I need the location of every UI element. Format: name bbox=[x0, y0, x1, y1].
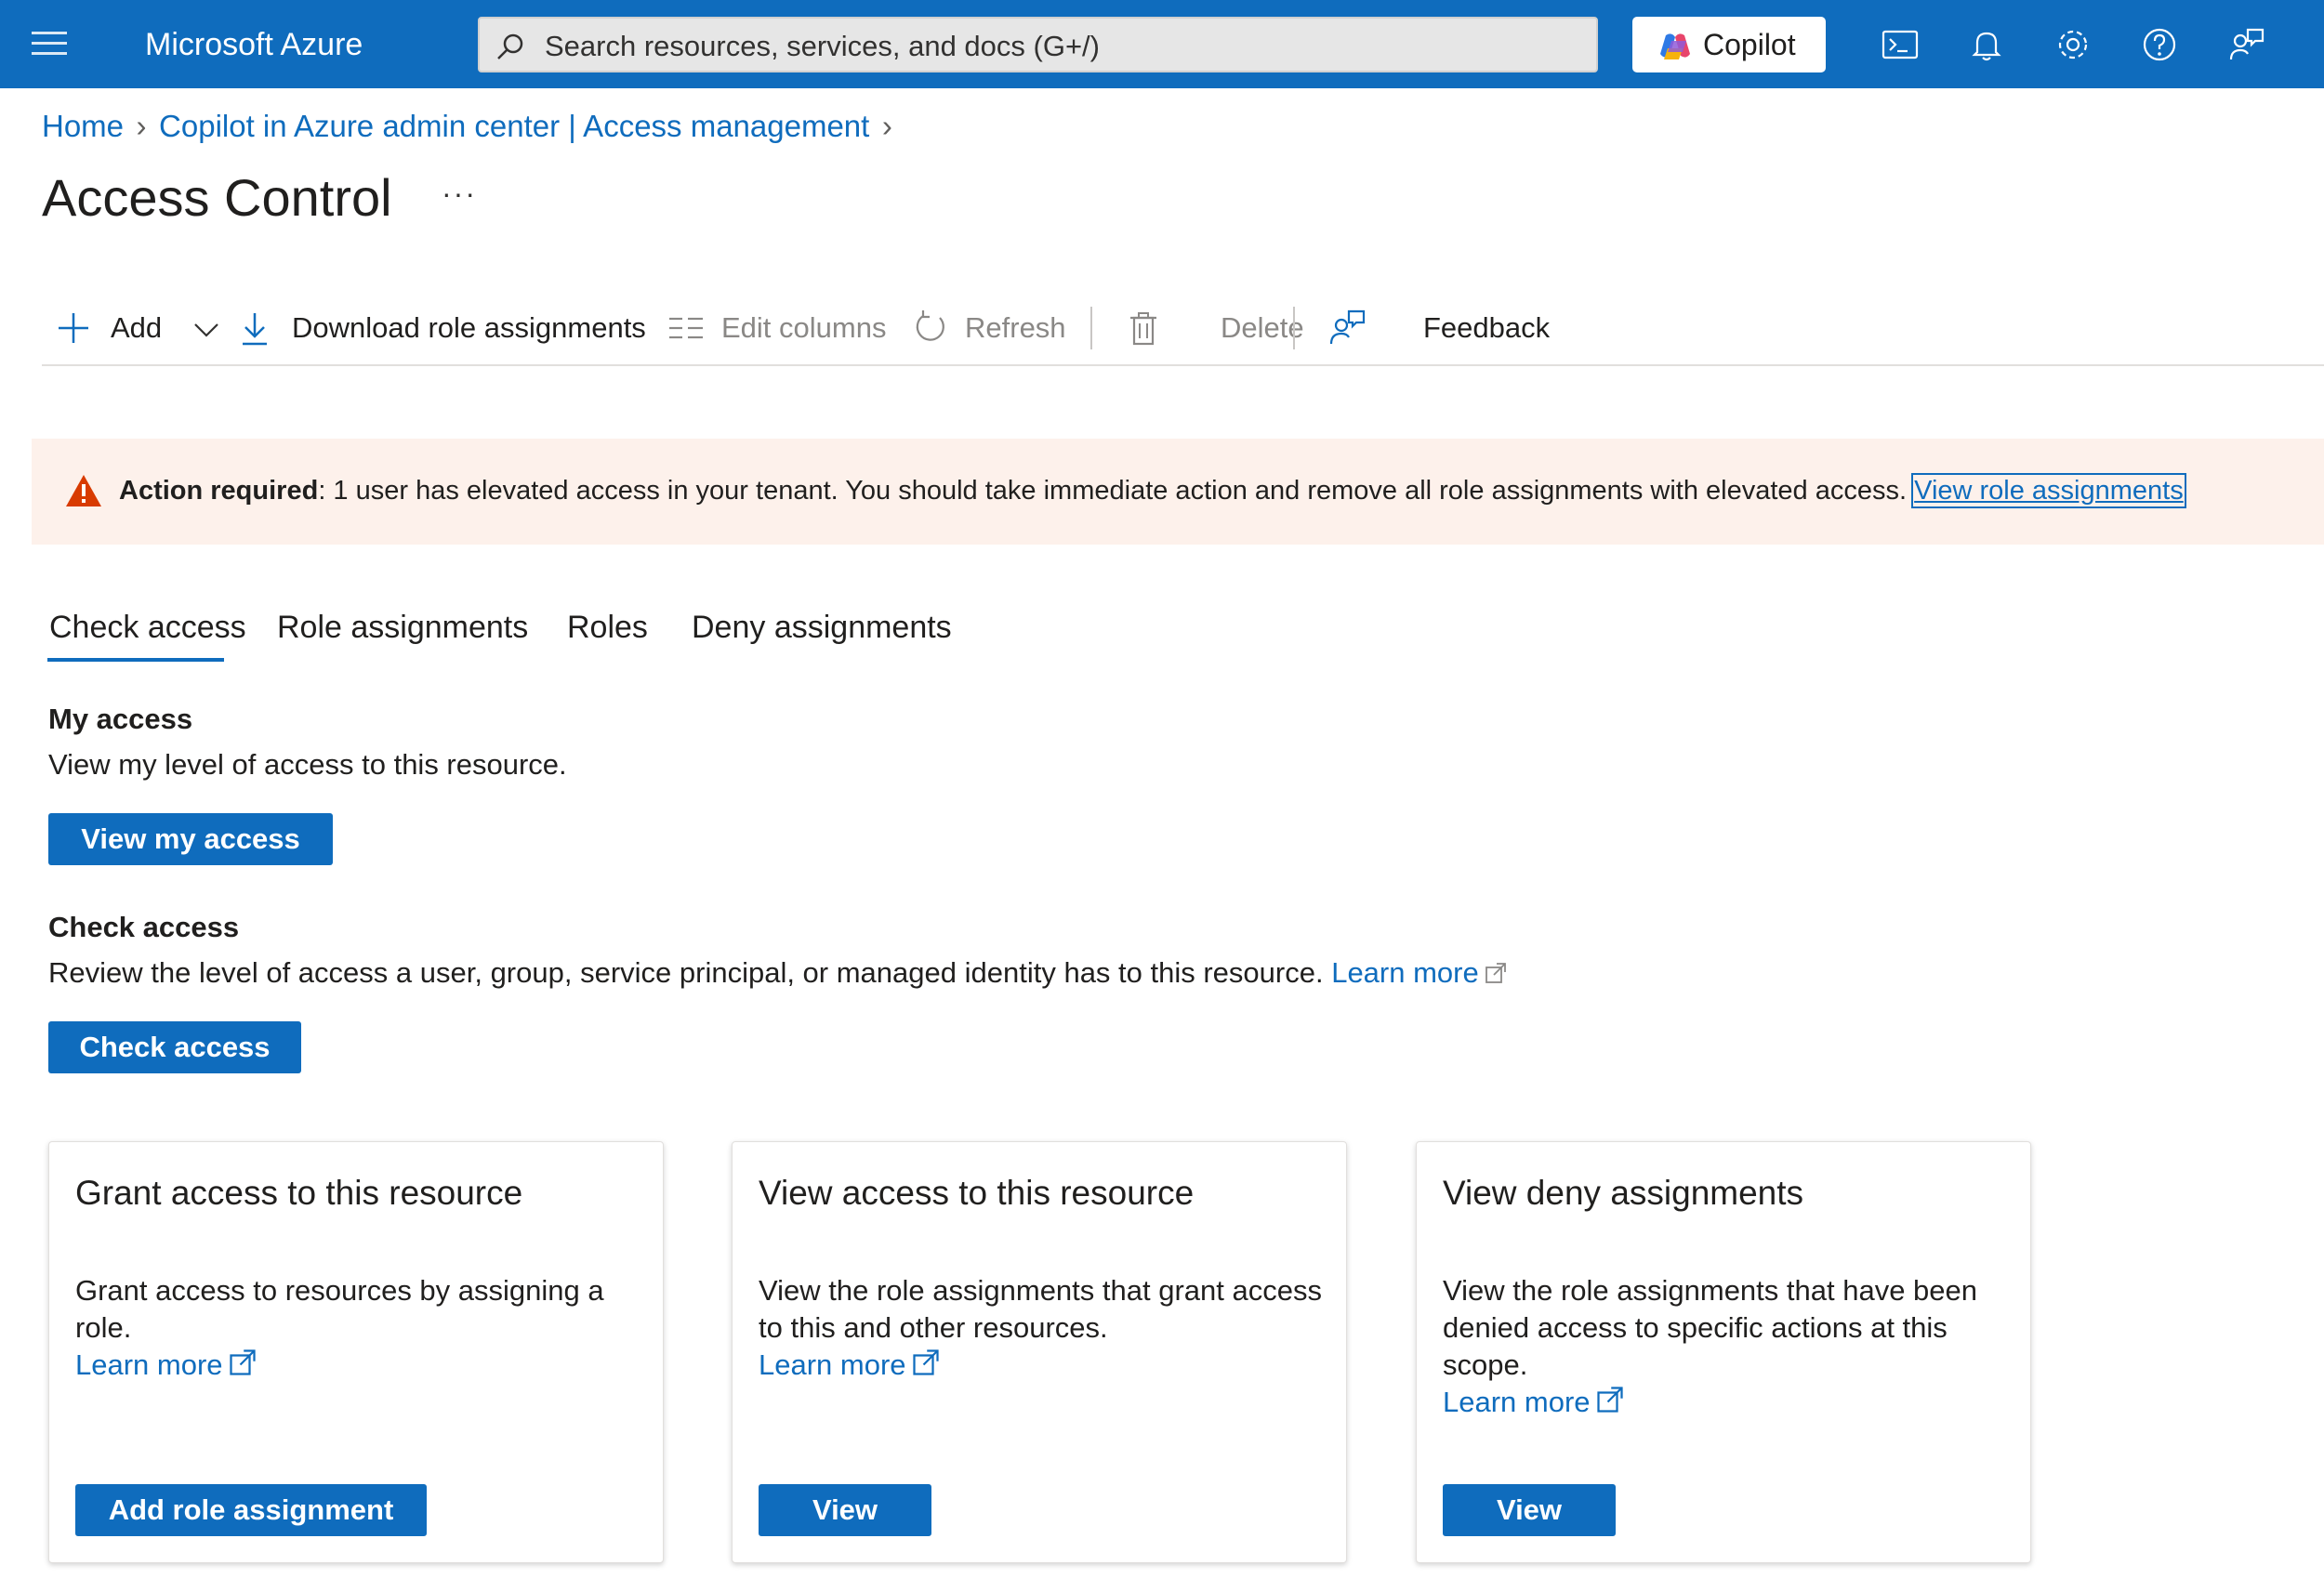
top-navigation-bar: Microsoft Azure Search resources, servic… bbox=[0, 0, 2324, 88]
refresh-icon bbox=[916, 310, 944, 341]
alert-bold-label: Action required bbox=[119, 476, 319, 506]
search-icon bbox=[497, 33, 523, 59]
card-title: View access to this resource bbox=[759, 1174, 1195, 1212]
page-title: Access Control bbox=[42, 168, 392, 227]
add-label: Add bbox=[111, 311, 163, 344]
feedback-button[interactable]: Feedback bbox=[1328, 307, 1550, 349]
download-icon bbox=[243, 313, 267, 346]
elevated-access-alert: Action required: 1 user has elevated acc… bbox=[32, 439, 2324, 545]
edit-columns-label: Edit columns bbox=[721, 311, 887, 344]
alert-message: Action required: 1 user has elevated acc… bbox=[119, 473, 2186, 508]
edit-columns-icon bbox=[669, 317, 703, 339]
add-role-assignment-button[interactable]: Add role assignment bbox=[75, 1484, 427, 1536]
tab-deny-assignments[interactable]: Deny assignments bbox=[692, 602, 952, 652]
breadcrumb-home-link[interactable]: Home bbox=[42, 109, 124, 143]
command-bar: Add Download role assignments Edit colum… bbox=[42, 299, 2324, 366]
check-access-text: Review the level of access a user, group… bbox=[48, 956, 1332, 989]
more-options-icon[interactable]: ··· bbox=[442, 177, 477, 211]
card-learn-more-link[interactable]: Learn more bbox=[759, 1348, 906, 1381]
tab-role-assignments[interactable]: Role assignments bbox=[277, 602, 528, 652]
edit-columns-button[interactable]: Edit columns bbox=[667, 307, 909, 349]
search-placeholder: Search resources, services, and docs (G+… bbox=[545, 30, 1100, 62]
card-description: View the role assignments that have been… bbox=[1443, 1272, 2010, 1421]
check-access-heading: Check access bbox=[48, 911, 240, 943]
view-access-button[interactable]: View bbox=[759, 1484, 931, 1536]
card-title: Grant access to this resource bbox=[75, 1174, 523, 1212]
copilot-button[interactable]: Copilot bbox=[1632, 17, 1826, 72]
delete-icon bbox=[1130, 312, 1156, 346]
card-description: Grant access to resources by assigning a… bbox=[75, 1272, 642, 1384]
feedback-person-icon bbox=[1329, 309, 1366, 345]
copilot-label: Copilot bbox=[1703, 28, 1796, 61]
notifications-icon[interactable] bbox=[1966, 24, 2007, 65]
tab-check-access[interactable]: Check access bbox=[49, 602, 246, 652]
feedback-icon[interactable] bbox=[2225, 24, 2266, 65]
card-description-text: View the role assignments that have been… bbox=[1443, 1274, 1978, 1381]
alert-body: : 1 user has elevated access in your ten… bbox=[318, 476, 1915, 506]
breadcrumb: Home › Copilot in Azure admin center | Acc… bbox=[42, 108, 905, 145]
check-access-description: Review the level of access a user, group… bbox=[48, 955, 1507, 991]
refresh-button[interactable]: Refresh bbox=[912, 307, 1098, 349]
chevron-right-icon: › bbox=[136, 109, 147, 143]
delete-label: Delete bbox=[1221, 311, 1304, 344]
chevron-right-icon: › bbox=[881, 109, 892, 143]
external-link-icon bbox=[912, 1349, 939, 1375]
download-label: Download role assignments bbox=[292, 311, 646, 344]
brand-title[interactable]: Microsoft Azure bbox=[145, 26, 363, 63]
card-title: View deny assignments bbox=[1443, 1174, 1804, 1212]
active-tab-indicator bbox=[47, 658, 224, 662]
delete-button[interactable]: Delete bbox=[1128, 307, 1314, 349]
view-my-access-button[interactable]: View my access bbox=[48, 813, 333, 865]
copilot-icon bbox=[1660, 33, 1690, 59]
add-button[interactable]: Add bbox=[57, 307, 224, 349]
help-icon[interactable] bbox=[2139, 24, 2180, 65]
global-search-input[interactable]: Search resources, services, and docs (G+… bbox=[478, 17, 1598, 72]
check-access-button[interactable]: Check access bbox=[48, 1021, 301, 1073]
tab-roles[interactable]: Roles bbox=[567, 602, 648, 652]
check-access-learn-more-link[interactable]: Learn more bbox=[1331, 956, 1479, 989]
feedback-label: Feedback bbox=[1423, 311, 1551, 344]
card-description-text: View the role assignments that grant acc… bbox=[759, 1274, 1322, 1344]
chevron-down-icon bbox=[194, 323, 218, 337]
download-role-assignments-button[interactable]: Download role assignments bbox=[239, 307, 694, 349]
cloud-shell-icon[interactable] bbox=[1880, 24, 1921, 65]
settings-icon[interactable] bbox=[2053, 24, 2093, 65]
external-link-icon bbox=[1596, 1387, 1623, 1413]
card-description: View the role assignments that grant acc… bbox=[759, 1272, 1326, 1384]
external-link-icon bbox=[229, 1349, 256, 1375]
card-description-text: Grant access to resources by assigning a… bbox=[75, 1274, 604, 1344]
command-separator bbox=[1293, 307, 1295, 349]
breadcrumb-parent-link[interactable]: Copilot in Azure admin center | Access m… bbox=[159, 109, 869, 143]
view-role-assignments-link[interactable]: View role assignments bbox=[1911, 473, 2186, 508]
warning-icon bbox=[66, 475, 101, 506]
hamburger-menu-icon[interactable] bbox=[32, 32, 67, 58]
card-learn-more-link[interactable]: Learn more bbox=[1443, 1386, 1591, 1418]
card-learn-more-link[interactable]: Learn more bbox=[75, 1348, 223, 1381]
my-access-description: View my level of access to this resource… bbox=[48, 748, 567, 781]
view-deny-assignments-card: View deny assignments View the role assi… bbox=[1416, 1141, 2031, 1563]
view-deny-assignments-button[interactable]: View bbox=[1443, 1484, 1616, 1536]
command-separator bbox=[1090, 307, 1092, 349]
grant-access-card: Grant access to this resource Grant acce… bbox=[48, 1141, 664, 1563]
refresh-label: Refresh bbox=[965, 311, 1066, 344]
external-link-icon bbox=[1485, 963, 1506, 983]
plus-icon bbox=[59, 313, 88, 343]
view-access-card: View access to this resource View the ro… bbox=[732, 1141, 1347, 1563]
my-access-heading: My access bbox=[48, 703, 193, 735]
